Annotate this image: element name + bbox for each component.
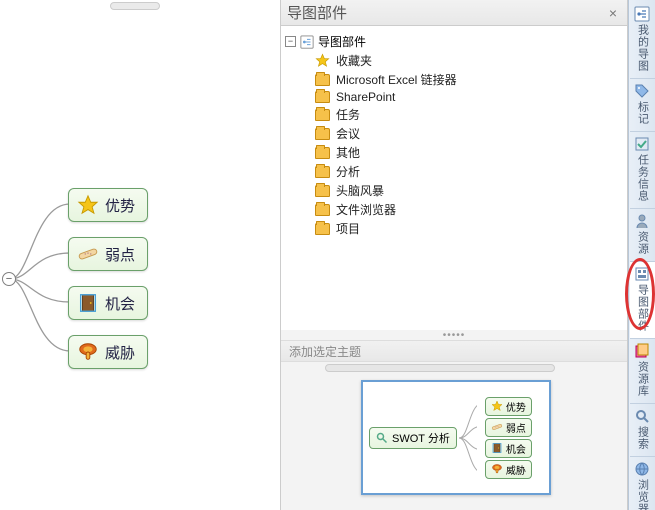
side-tab-tag[interactable]: 标记 [630,79,655,132]
tree-item-label: 头脑风暴 [336,182,384,199]
tree-item[interactable]: 文件浏览器 [315,200,623,219]
parts-tree[interactable]: − 导图部件 收藏夹 Microsoft Excel 链接器 SharePoint 任… [281,26,627,330]
tree-item-label: 其他 [336,144,360,161]
preview-pane: SWOT 分析 优势弱点机会威胁 [281,362,627,510]
star-icon [77,194,99,216]
mindmap-node[interactable]: 优势 [68,188,148,222]
tree-item-label: 分析 [336,163,360,180]
tree-item[interactable]: 分析 [315,162,623,181]
add-selected-topic-button[interactable]: 添加选定主题 [281,340,627,362]
bandage-icon [77,243,99,265]
tab-label: 浏览器 [637,479,648,510]
preview-child-node: 弱点 [485,418,532,437]
tag-icon [634,83,650,99]
node-label: 优势 [105,195,135,216]
side-tab-browser[interactable]: 浏览器 [630,457,655,510]
tree-toggle-icon[interactable]: − [285,36,296,47]
folder-icon [315,223,330,235]
side-tab-map[interactable]: 我的导图 [630,2,655,79]
mindmap-node[interactable]: 机会 [68,286,148,320]
side-tab-search[interactable]: 搜索 [630,404,655,457]
side-tab-component[interactable]: 导图部件 [630,262,655,339]
tree-item[interactable]: 头脑风暴 [315,181,623,200]
tree-item-label: 项目 [336,220,360,237]
tree-item-label: SharePoint [336,90,395,104]
preview-child-node: 优势 [485,397,532,416]
preview-child-node: 机会 [485,439,532,458]
panel-title: 导图部件 [287,2,605,23]
tree-root[interactable]: − 导图部件 [285,32,623,51]
node-label: 弱点 [105,244,135,265]
connector-lines [457,393,477,483]
tree-item-label: 会议 [336,125,360,142]
tree-item-label: 收藏夹 [336,52,372,69]
tree-item-label: Microsoft Excel 链接器 [336,71,457,88]
component-icon [634,266,650,282]
mushroom-icon [77,341,99,363]
tab-label: 资源库 [637,361,648,397]
tree-item-label: 文件浏览器 [336,201,396,218]
tab-label: 任务信息 [637,154,648,202]
tree-item[interactable]: Microsoft Excel 链接器 [315,70,623,89]
map-icon [634,6,650,22]
node-label: 威胁 [105,342,135,363]
search-icon [634,408,650,424]
folder-icon [315,128,330,140]
folder-icon [315,166,330,178]
panel-header: 导图部件 × [281,0,627,26]
folder-icon [315,185,330,197]
folder-icon [315,109,330,121]
map-parts-panel: 导图部件 × − 导图部件 收藏夹 Microsoft Excel 链接器 Shar… [280,0,628,510]
task-icon [634,136,650,152]
folder-icon [315,147,330,159]
star-icon [315,53,330,68]
scrollbar-horizontal[interactable] [325,364,555,372]
side-tab-strip: 我的导图标记任务信息资源导图部件资源库搜索浏览器 [628,0,655,510]
tree-item-label: 任务 [336,106,360,123]
person-icon [634,213,650,229]
folder-icon [315,204,330,216]
magnifier-icon [376,432,388,444]
tree-root-label: 导图部件 [318,33,366,50]
mindmap-node[interactable]: 威胁 [68,335,148,369]
tree-item[interactable]: 收藏夹 [315,51,623,70]
splitter-handle[interactable]: ••••• [281,330,627,340]
browser-icon [634,461,650,477]
tab-label: 资源 [637,231,648,255]
mindmap-canvas[interactable]: − 优势弱点机会威胁 [0,0,280,510]
side-tab-person[interactable]: 资源 [630,209,655,262]
mushroom-icon [491,463,503,475]
tab-label: 我的导图 [637,24,648,72]
preview-root-node: SWOT 分析 [369,427,457,449]
preview-map[interactable]: SWOT 分析 优势弱点机会威胁 [361,380,551,495]
tab-label: 导图部件 [637,284,648,332]
folder-icon [315,91,330,103]
library-icon [634,343,650,359]
collapse-toggle[interactable]: − [2,272,16,286]
door-icon [77,292,99,314]
bandage-icon [491,421,503,433]
add-label: 添加选定主题 [289,343,361,360]
mindmap-node[interactable]: 弱点 [68,237,148,271]
tree-item[interactable]: 其他 [315,143,623,162]
side-tab-library[interactable]: 资源库 [630,339,655,404]
folder-icon [315,74,330,86]
door-icon [491,442,503,454]
preview-child-node: 威胁 [485,460,532,479]
tree-item[interactable]: 任务 [315,105,623,124]
scrollbar-horizontal[interactable] [110,2,160,10]
mapfile-icon [300,35,314,49]
star-icon [491,400,503,412]
node-label: 机会 [105,293,135,314]
tree-item[interactable]: 项目 [315,219,623,238]
tree-item[interactable]: 会议 [315,124,623,143]
tab-label: 标记 [637,101,648,125]
close-icon[interactable]: × [605,5,621,21]
side-tab-task[interactable]: 任务信息 [630,132,655,209]
tab-label: 搜索 [637,426,648,450]
tree-item[interactable]: SharePoint [315,89,623,105]
